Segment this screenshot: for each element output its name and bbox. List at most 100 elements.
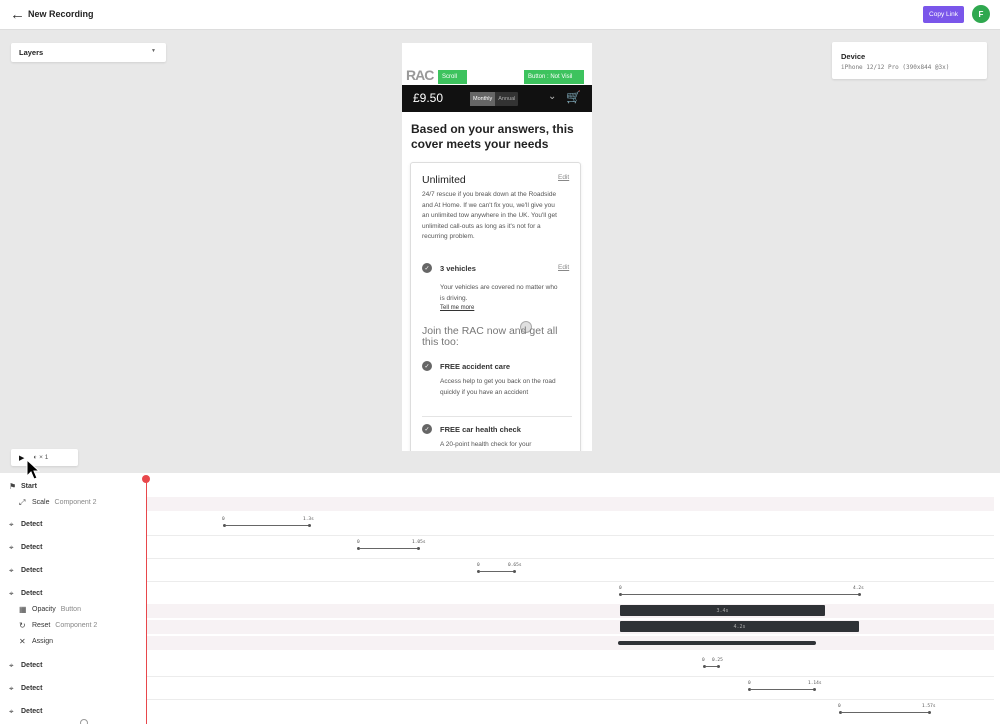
- detect-icon: ⌖: [9, 684, 14, 693]
- play-icon[interactable]: ▶: [19, 454, 24, 462]
- accident-title: FREE accident care: [440, 362, 511, 371]
- timeline-panel: ⚑ Start ⤢ Scale Component 2 ⌖ Detect ⌖ De…: [0, 473, 1000, 724]
- billing-toggle[interactable]: Monthly Annual: [470, 92, 519, 106]
- playhead-line: [146, 482, 147, 724]
- segment-start-label: 0: [477, 563, 480, 568]
- device-value: iPhone 12/12 Pro (390x844 @3x): [841, 64, 950, 71]
- card-title: Unlimited: [422, 174, 466, 186]
- edit-link[interactable]: Edit: [558, 264, 569, 271]
- timeline-row-start[interactable]: ⚑ Start: [0, 475, 1000, 498]
- detect-icon: ⌖: [9, 707, 14, 716]
- segment-line[interactable]: [225, 525, 309, 526]
- segment-duration-label: 1.57s: [922, 704, 936, 709]
- reset-duration-bar[interactable]: 4.2s: [620, 621, 859, 632]
- toggle-annual[interactable]: Annual: [495, 92, 518, 106]
- row-label: Detect: [21, 521, 43, 528]
- price: £9.50: [413, 91, 444, 105]
- row-label: Opacity Button: [32, 606, 81, 613]
- health-title: FREE car health check: [440, 425, 521, 434]
- segment-start-label: 0: [702, 658, 705, 663]
- segment-duration-label: 1.14s: [808, 681, 822, 686]
- cart-icon[interactable]: 🛒: [566, 90, 581, 104]
- row-label: Detect: [21, 590, 43, 597]
- check-icon: ✓: [422, 263, 432, 273]
- timeline-row-assign[interactable]: ✕ Assign: [0, 635, 1000, 651]
- row-label: Detect: [21, 708, 43, 715]
- rac-logo: RAC: [406, 67, 434, 83]
- row-label: Reset Component 2: [32, 622, 98, 629]
- row-label: Scale Component 2: [32, 499, 97, 506]
- row-label: Detect: [21, 544, 43, 551]
- row-label: Assign: [32, 638, 54, 645]
- segment-line[interactable]: [479, 571, 514, 572]
- segment-duration-label: 1.3s: [303, 517, 314, 522]
- top-bar: ← New Recording Copy Link F: [0, 0, 1000, 30]
- row-label: Start: [21, 483, 37, 490]
- back-arrow-icon[interactable]: ←: [10, 6, 25, 23]
- edit-link[interactable]: Edit: [558, 174, 569, 181]
- reset-icon: ↻: [19, 621, 26, 630]
- segment-duration-label: 4.2s: [853, 586, 864, 591]
- copy-link-button[interactable]: Copy Link: [923, 6, 964, 23]
- segment-line[interactable]: [621, 594, 859, 595]
- avatar[interactable]: F: [972, 5, 990, 23]
- card-description: 24/7 rescue if you break down at the Roa…: [422, 191, 557, 240]
- timeline-row-detect[interactable]: ⌖ Detect: [0, 536, 1000, 559]
- flag-icon: ⚑: [9, 482, 17, 491]
- tell-me-more-link[interactable]: Tell me more: [440, 305, 474, 311]
- segment-dot[interactable]: [928, 711, 931, 714]
- segment-start-label: 0: [619, 586, 622, 591]
- chevron-down-icon[interactable]: ⌄: [548, 91, 556, 102]
- segment-line[interactable]: [841, 712, 929, 713]
- mouse-cursor-icon: [26, 459, 40, 480]
- page-title: New Recording: [28, 9, 94, 19]
- segment-dot[interactable]: [858, 593, 861, 596]
- timeline-row-scale[interactable]: ⤢ Scale Component 2: [0, 496, 1000, 512]
- device-label: Device: [841, 52, 866, 61]
- row-label: Detect: [21, 662, 43, 669]
- scrubber-handle[interactable]: [80, 719, 88, 724]
- close-icon: ✕: [19, 637, 26, 646]
- segment-dot[interactable]: [417, 547, 420, 550]
- segment-duration-label: 1.05s: [412, 540, 426, 545]
- playhead-handle[interactable]: [142, 475, 150, 483]
- timeline-row-detect[interactable]: ⌖ Detect: [0, 513, 1000, 536]
- segment-dot[interactable]: [308, 524, 311, 527]
- price-bar: £9.50 Monthly Annual ⌄ 🛒: [402, 85, 592, 112]
- divider: [422, 416, 572, 417]
- segment-dot[interactable]: [513, 570, 516, 573]
- segment-start-label: 0: [357, 540, 360, 545]
- vehicles-title: 3 vehicles: [440, 264, 476, 273]
- button-tag: Button : Not Visil: [524, 70, 584, 84]
- join-heading: Join the RAC now and get all this too:: [422, 325, 558, 348]
- segment-dot[interactable]: [813, 688, 816, 691]
- segment-start-label: 0: [222, 517, 225, 522]
- vehicles-description: Your vehicles are covered no matter who …: [440, 284, 558, 302]
- health-description: A 20-point health check for your: [440, 441, 532, 448]
- detect-icon: ⌖: [9, 566, 14, 575]
- check-icon: ✓: [422, 424, 432, 434]
- toggle-monthly[interactable]: Monthly: [470, 92, 496, 106]
- opacity-duration-bar[interactable]: 3.4s: [620, 605, 825, 616]
- timeline-row-detect[interactable]: ⌖ Detect: [0, 677, 1000, 700]
- phone-preview: RAC Scroll Button : Not Visil £9.50 Mont…: [402, 43, 592, 451]
- timeline-row-detect[interactable]: ⌖ Detect: [0, 654, 1000, 677]
- check-icon: ✓: [422, 361, 432, 371]
- layers-dropdown[interactable]: Layers ▼: [11, 43, 166, 62]
- cover-card: Unlimited Edit 24/7 rescue if you break …: [410, 162, 581, 451]
- accident-description: Access help to get you back on the road …: [440, 378, 556, 396]
- scroll-tag: Scroll: [438, 70, 467, 84]
- segment-line[interactable]: [359, 548, 418, 549]
- segment-duration-label: 0.65s: [508, 563, 522, 568]
- segment-line[interactable]: [750, 689, 814, 690]
- segment-dot[interactable]: [717, 665, 720, 668]
- device-panel: Device iPhone 12/12 Pro (390x844 @3x): [832, 42, 987, 79]
- scale-icon: ⤢: [19, 498, 26, 507]
- segment-start-label: 0: [838, 704, 841, 709]
- detect-icon: ⌖: [9, 589, 14, 598]
- timeline-row-opacity[interactable]: ▦ Opacity Button: [0, 603, 1000, 619]
- assign-marker[interactable]: [618, 641, 816, 645]
- opacity-icon: ▦: [19, 605, 27, 614]
- detect-icon: ⌖: [9, 661, 14, 670]
- segment-duration-label: 0.25: [712, 658, 723, 663]
